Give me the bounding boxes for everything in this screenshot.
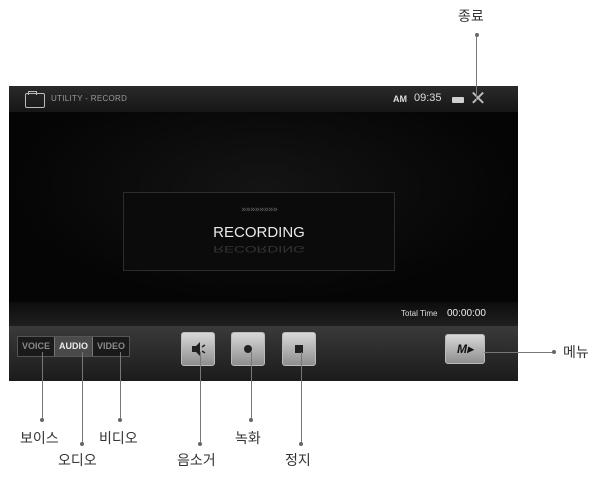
total-time-label: Total Time (401, 309, 438, 318)
callout-voice-line (42, 352, 43, 418)
battery-icon (452, 97, 464, 103)
callout-mute-line (200, 352, 201, 442)
callout-stop-dot (299, 442, 303, 446)
callout-audio-line (82, 352, 83, 442)
callout-mute-dot (198, 442, 202, 446)
mute-button[interactable] (181, 332, 215, 366)
callout-video: 비디오 (99, 431, 138, 447)
recording-status-reflection: RECORDING (213, 243, 305, 254)
callout-stop-line (301, 352, 302, 442)
callout-close: 종료 (458, 9, 484, 25)
control-bar: VOICE AUDIO VIDEO M▸ (9, 326, 518, 381)
callout-menu: 메뉴 (563, 345, 589, 361)
recording-status-text: RECORDING (213, 224, 305, 241)
title-bar: UTILITY - RECORD AM 09:35 ✕ (9, 86, 518, 112)
callout-audio-dot (80, 442, 84, 446)
callout-stop: 정지 (285, 453, 311, 469)
callout-record-dot (249, 418, 253, 422)
callout-record-line (251, 352, 252, 418)
callout-mute: 음소거 (177, 453, 216, 469)
tab-audio[interactable]: AUDIO (55, 337, 93, 356)
record-button[interactable] (231, 332, 265, 366)
callout-close-line (476, 35, 477, 101)
callout-video-dot (118, 418, 122, 422)
callout-record: 녹화 (235, 431, 261, 447)
callout-voice-dot (40, 418, 44, 422)
recording-display-area: »»»»»»»» RECORDING RECORDING (9, 112, 518, 302)
callout-menu-line (484, 352, 554, 353)
callout-audio: 오디오 (58, 453, 97, 469)
folder-icon[interactable] (25, 91, 45, 108)
clock-ampm: AM (393, 94, 407, 104)
app-title: UTILITY - RECORD (51, 94, 128, 103)
close-icon[interactable]: ✕ (469, 88, 487, 108)
menu-button[interactable]: M▸ (445, 334, 485, 364)
total-time-value: 00:00:00 (447, 308, 486, 319)
callout-voice: 보이스 (20, 431, 59, 447)
tab-voice[interactable]: VOICE (18, 337, 54, 356)
device-screen: UTILITY - RECORD AM 09:35 ✕ »»»»»»»» REC… (9, 86, 518, 381)
record-icon (244, 345, 252, 353)
speaker-mute-icon (192, 342, 206, 356)
stop-button[interactable] (282, 332, 316, 366)
total-time-bar: Total Time 00:00:00 (9, 302, 518, 326)
clock-time: 09:35 (414, 92, 442, 104)
recording-status-box: »»»»»»»» RECORDING RECORDING (123, 192, 395, 271)
tab-video[interactable]: VIDEO (93, 337, 129, 356)
progress-arrows: »»»»»»»» (240, 205, 278, 215)
stop-icon (295, 345, 303, 353)
callout-menu-dot (552, 350, 556, 354)
source-tabs: VOICE AUDIO VIDEO (17, 336, 131, 357)
callout-video-line (120, 352, 121, 418)
